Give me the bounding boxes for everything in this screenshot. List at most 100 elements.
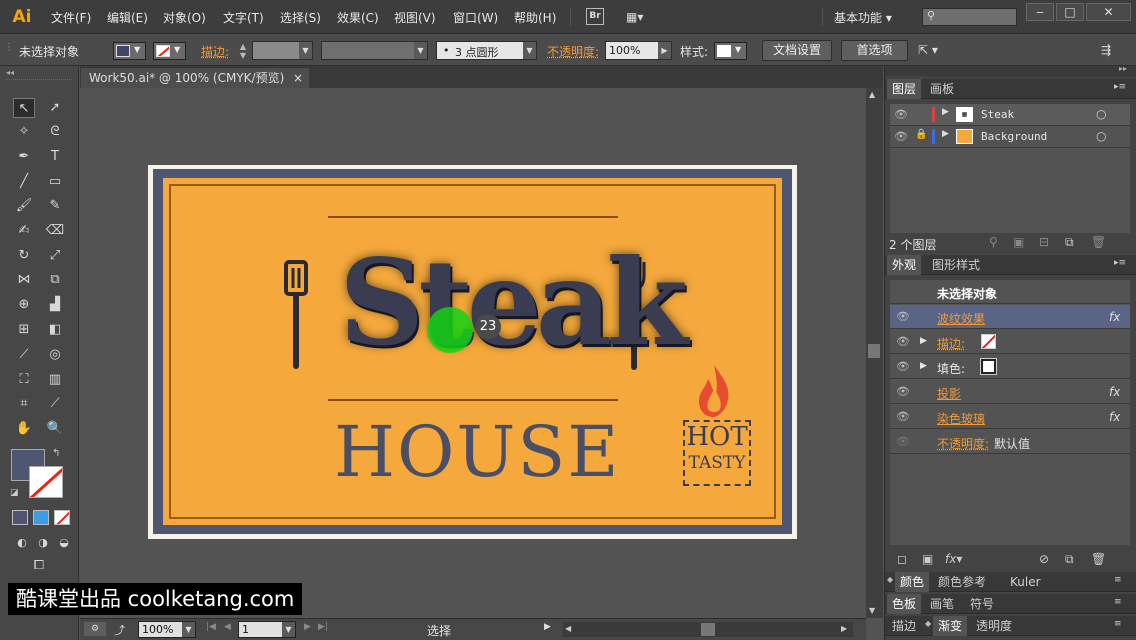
expand-arrow-icon[interactable]: ▶ <box>942 129 949 139</box>
panel-menu-icon[interactable]: ⇶ <box>1101 43 1111 57</box>
tab-color[interactable]: 颜色 <box>895 572 930 592</box>
share-icon[interactable]: ⤴ <box>114 622 125 638</box>
layer-row[interactable]: 👁 🔒 ▶ Background ○ <box>890 126 1130 148</box>
vertical-scrollbar[interactable]: ▲ ▼ <box>866 88 883 618</box>
tab-artboards[interactable]: 画板 <box>925 79 959 99</box>
draw-behind-icon[interactable]: ◑ <box>32 533 54 553</box>
rectangle-tool-icon[interactable]: ▭ <box>44 172 66 192</box>
horizontal-scrollbar[interactable]: ◀ ▶ <box>563 622 853 637</box>
minimize-button[interactable]: ‒ <box>1026 3 1054 21</box>
collapse-icon[interactable]: ◂◂ <box>6 68 14 77</box>
expand-dock-icon[interactable]: ▸▸ <box>1119 64 1127 73</box>
pen-tool-icon[interactable]: ✒ <box>13 147 35 167</box>
appearance-row-shadow[interactable]: 👁 投影 fx <box>890 380 1130 404</box>
opacity-label[interactable]: 不透明度: <box>547 43 599 60</box>
scroll-left-icon[interactable]: ◀ <box>565 624 571 633</box>
eye-icon[interactable]: 👁 <box>896 310 910 323</box>
scroll-thumb[interactable] <box>868 344 880 358</box>
tab-appearance[interactable]: 外观 <box>887 255 922 275</box>
close-button[interactable]: ✕ <box>1086 3 1131 21</box>
shape-builder-tool-icon[interactable]: ⊕ <box>13 295 35 315</box>
appearance-row-stained-glass[interactable]: 👁 染色玻璃 fx <box>890 405 1130 429</box>
menu-select[interactable]: 选择(S) <box>280 9 321 26</box>
eye-icon[interactable]: 👁 <box>894 108 908 121</box>
tab-graphic-styles[interactable]: 图形样式 <box>927 255 985 275</box>
style-dropdown[interactable]: ▼ <box>714 42 747 60</box>
artboard-tool-icon[interactable]: ⌗ <box>13 394 35 414</box>
stroke-stepper[interactable]: ▲ ▼ <box>236 42 250 60</box>
search-field[interactable]: ⚲ <box>922 8 1017 26</box>
effect-name[interactable]: 染色玻璃 <box>937 410 985 427</box>
collapse-arrows-icon[interactable]: ◆ <box>925 619 931 628</box>
document-setup-button[interactable]: 文档设置 <box>762 40 832 61</box>
document-tab[interactable]: Work50.ai* @ 100% (CMYK/预览) × <box>81 68 309 88</box>
fill-white-swatch[interactable] <box>980 358 997 375</box>
panel-menu-icon[interactable]: ▸≡ <box>1114 82 1126 92</box>
h-scroll-thumb[interactable] <box>701 623 715 636</box>
magic-wand-tool-icon[interactable]: ✧ <box>13 122 35 142</box>
appearance-row-stroke[interactable]: 👁 ▶ 描边: <box>890 330 1130 354</box>
symbol-sprayer-tool-icon[interactable]: ⛶ <box>13 370 35 390</box>
preferences-button[interactable]: 首选项 <box>841 40 908 61</box>
collapse-arrows-icon[interactable]: ◆ <box>887 575 893 584</box>
slice-tool-icon[interactable]: ⟋ <box>44 394 66 414</box>
expand-arrow-icon[interactable]: ▶ <box>920 336 927 346</box>
appearance-row-fill[interactable]: 👁 ▶ 填色: <box>890 355 1130 379</box>
next-page-icon[interactable]: ▶ <box>304 622 311 632</box>
eye-icon[interactable]: 👁 <box>896 410 910 423</box>
delete-layer-icon[interactable]: 🗑 <box>1091 235 1106 249</box>
gradient-tool-icon[interactable]: ◧ <box>44 320 66 340</box>
screen-mode-icon[interactable]: ⧠ <box>28 556 50 576</box>
menu-effect[interactable]: 效果(C) <box>337 9 379 26</box>
locate-object-icon[interactable]: ⚲ <box>989 235 998 249</box>
tab-swatches[interactable]: 色板 <box>887 594 922 614</box>
menu-type[interactable]: 文字(T) <box>223 9 264 26</box>
variable-width-dropdown[interactable]: ▼ <box>321 41 428 60</box>
scroll-right-icon[interactable]: ▶ <box>841 624 847 633</box>
menu-window[interactable]: 窗口(W) <box>453 9 498 26</box>
tab-color-guide[interactable]: 颜色参考 <box>933 572 991 592</box>
clipping-mask-icon[interactable]: ▣ <box>1013 235 1024 249</box>
expand-arrow-icon[interactable]: ▶ <box>942 107 949 117</box>
hand-tool-icon[interactable]: ✋ <box>13 419 35 439</box>
add-fill-icon[interactable]: ▣ <box>922 552 933 566</box>
draw-inside-icon[interactable]: ◒ <box>53 533 75 553</box>
no-stroke-swatch[interactable] <box>981 334 996 349</box>
pencil-tool-icon[interactable]: ✎ <box>44 196 66 216</box>
tab-gradient[interactable]: 渐变 <box>933 616 968 636</box>
delete-item-icon[interactable]: 🗑 <box>1091 552 1106 566</box>
target-circle-icon[interactable]: ○ <box>1096 107 1106 121</box>
tab-kuler[interactable]: Kuler <box>1005 572 1046 592</box>
scale-tool-icon[interactable]: ⤢ <box>44 246 66 266</box>
layer-name[interactable]: Steak <box>981 108 1014 121</box>
selection-tool-icon[interactable]: ↖ <box>13 98 35 118</box>
swap-colors-icon[interactable]: ↰ <box>52 448 60 459</box>
scroll-down-icon[interactable]: ▼ <box>869 606 875 615</box>
width-tool-icon[interactable]: ⋈ <box>13 270 35 290</box>
menu-file[interactable]: 文件(F) <box>51 9 91 26</box>
tab-transparency[interactable]: 透明度 <box>971 616 1017 636</box>
panel-menu-icon[interactable]: ≡ <box>1114 597 1122 607</box>
eye-icon[interactable]: 👁 <box>896 335 910 348</box>
fill-color-dropdown[interactable]: ▼ <box>113 42 146 60</box>
stroke-swatch-large[interactable] <box>29 466 63 498</box>
add-effect-icon[interactable]: fx▾ <box>945 552 962 566</box>
line-tool-icon[interactable]: ╱ <box>13 172 35 192</box>
artboard-page-dropdown[interactable]: 1 ▼ <box>238 621 296 638</box>
eye-icon[interactable]: 👁 <box>896 360 910 373</box>
add-stroke-icon[interactable]: ◻ <box>897 552 907 566</box>
fx-icon[interactable]: fx <box>1109 385 1120 399</box>
type-tool-icon[interactable]: T <box>44 147 66 167</box>
arrange-icon[interactable]: ⇱ ▾ <box>918 43 938 57</box>
rotate-tool-icon[interactable]: ↻ <box>13 246 35 266</box>
eye-icon[interactable]: 👁 <box>896 435 910 448</box>
none-mode-icon[interactable] <box>54 510 70 525</box>
stroke-color-dropdown[interactable]: ▼ <box>153 42 186 60</box>
eyedropper-tool-icon[interactable]: ⟋ <box>13 345 35 365</box>
panel-menu-icon[interactable]: ≡ <box>1114 575 1122 585</box>
fx-icon[interactable]: fx <box>1109 410 1120 424</box>
opacity-dropdown[interactable]: 100% ▶ <box>605 41 672 60</box>
color-mode-icon[interactable] <box>12 510 28 525</box>
appearance-row-ripple[interactable]: 👁 波纹效果 fx <box>890 305 1130 329</box>
menu-help[interactable]: 帮助(H) <box>514 9 556 26</box>
